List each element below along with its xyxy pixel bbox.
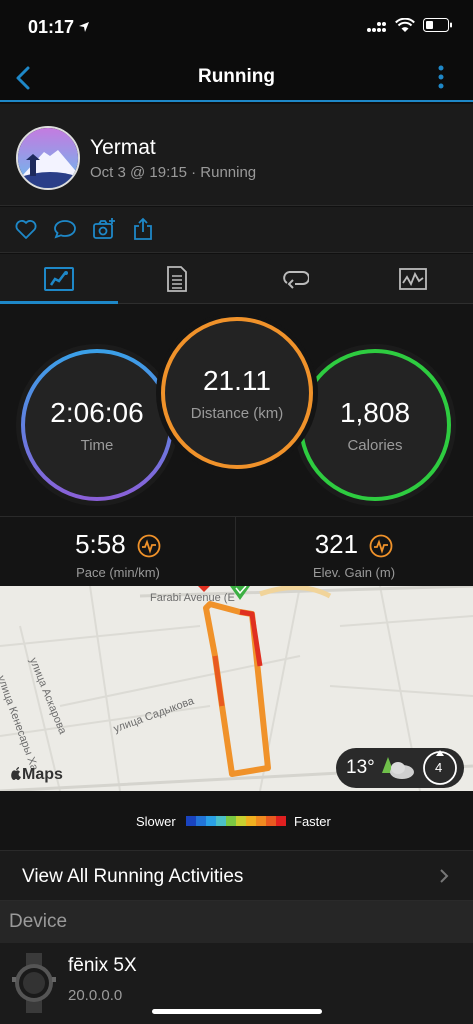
distance-value: 21.11 — [202, 364, 271, 396]
device-name: fēnix 5X — [68, 955, 137, 976]
document-list-icon — [167, 266, 187, 292]
legend-color-segment — [256, 816, 266, 826]
user-name: Yermat — [90, 136, 156, 159]
device-header-label: Device — [9, 911, 68, 932]
chart-graph-icon — [399, 268, 427, 290]
avatar[interactable] — [16, 126, 80, 190]
time-label: Time — [80, 436, 114, 454]
map-street-farabi: Farabi Avenue (E — [150, 592, 235, 604]
apple-logo-icon — [11, 767, 21, 780]
legend-color-segment — [206, 816, 216, 826]
home-indicator[interactable] — [152, 1009, 322, 1014]
watch-icon — [12, 953, 56, 1013]
device-version: 20.0.0.0 — [68, 987, 123, 1004]
secondary-metrics: 5:58 Pace (min/km) 321 Elev. Gain (m) — [0, 516, 473, 587]
weather-temperature: 13° — [346, 757, 375, 778]
legend-slower-label: Slower — [136, 814, 176, 829]
pace-chart-icon[interactable] — [137, 534, 161, 558]
device-section-header: Device — [0, 901, 473, 943]
elevation-number: 321 — [314, 529, 359, 559]
elevation-chart-icon[interactable] — [369, 534, 393, 558]
view-all-label: View All Running Activities — [22, 866, 244, 887]
pace-number: 5:58 — [75, 529, 126, 559]
summary-stats: 2:06:06 Time 1,808 Calories 21.11 Distan… — [0, 304, 473, 516]
nav-bar: Running — [0, 56, 473, 102]
legend-color-segment — [196, 816, 206, 826]
route-map[interactable]: Farabi Avenue (E улица Аскарова улица Са… — [0, 586, 473, 791]
weather-cloud-tree-icon — [382, 757, 414, 779]
tab-stats[interactable] — [118, 254, 236, 304]
pace-metric: 5:58 Pace (min/km) — [0, 517, 236, 587]
legend-color-bar — [186, 816, 286, 826]
status-time: 01:17 — [28, 17, 75, 37]
tab-charts[interactable] — [354, 254, 472, 304]
calories-ring: 1,808 Calories — [294, 344, 456, 506]
tab-overview[interactable] — [0, 254, 118, 304]
weather-badge[interactable]: 13° 4 — [336, 748, 464, 788]
pace-legend: Slower Faster — [0, 791, 473, 851]
view-all-activities-link[interactable]: View All Running Activities — [0, 851, 473, 901]
apple-maps-logo: Maps — [10, 766, 63, 784]
elevation-label: Elev. Gain (m) — [312, 565, 396, 580]
running-stats-icon — [44, 267, 74, 291]
more-options-icon[interactable] — [437, 64, 445, 92]
legend-color-segment — [266, 816, 276, 826]
avatar-mountain-icon — [18, 128, 78, 188]
legend-color-segment — [226, 816, 236, 826]
elevation-metric: 321 Elev. Gain (m) — [236, 517, 472, 587]
wifi-icon — [395, 18, 415, 32]
calories-value: 1,808 — [339, 396, 411, 428]
wind-speed: 4 — [435, 760, 443, 775]
location-arrow-icon — [79, 22, 89, 32]
legend-color-segment — [216, 816, 226, 826]
time-value: 2:06:06 — [50, 396, 144, 428]
legend-faster-label: Faster — [294, 814, 331, 829]
distance-label: Distance (km) — [190, 404, 284, 422]
time-ring: 2:06:06 Time — [16, 344, 178, 506]
tab-laps[interactable] — [236, 254, 354, 304]
laps-loop-icon — [283, 271, 309, 289]
maps-logo-text: Maps — [22, 766, 63, 783]
add-photo-icon[interactable] — [92, 217, 116, 241]
legend-color-segment — [276, 816, 286, 826]
legend-color-segment — [246, 816, 256, 826]
chevron-right-icon — [440, 869, 449, 883]
share-icon[interactable] — [131, 217, 155, 241]
like-heart-icon[interactable] — [14, 217, 38, 241]
cellular-signal-icon — [367, 21, 386, 32]
status-indicators — [367, 18, 453, 33]
page-title: Running — [197, 66, 276, 87]
status-bar: 01:17 — [0, 0, 473, 56]
activity-header: Yermat Oct 3 @ 19:15 · Running — [0, 104, 473, 206]
comment-icon[interactable] — [53, 217, 77, 241]
detail-tabs — [0, 254, 473, 304]
battery-icon — [423, 18, 452, 32]
distance-ring: 21.11 Distance (km) — [156, 312, 318, 474]
legend-color-segment — [236, 816, 246, 826]
social-actions — [0, 207, 473, 253]
activity-date: Oct 3 @ 19:15 · Running — [90, 164, 257, 181]
pace-label: Pace (min/km) — [76, 565, 160, 580]
legend-color-segment — [186, 816, 196, 826]
calories-label: Calories — [347, 436, 403, 454]
elevation-value: 321 — [236, 529, 472, 560]
pace-value: 5:58 — [0, 529, 236, 560]
